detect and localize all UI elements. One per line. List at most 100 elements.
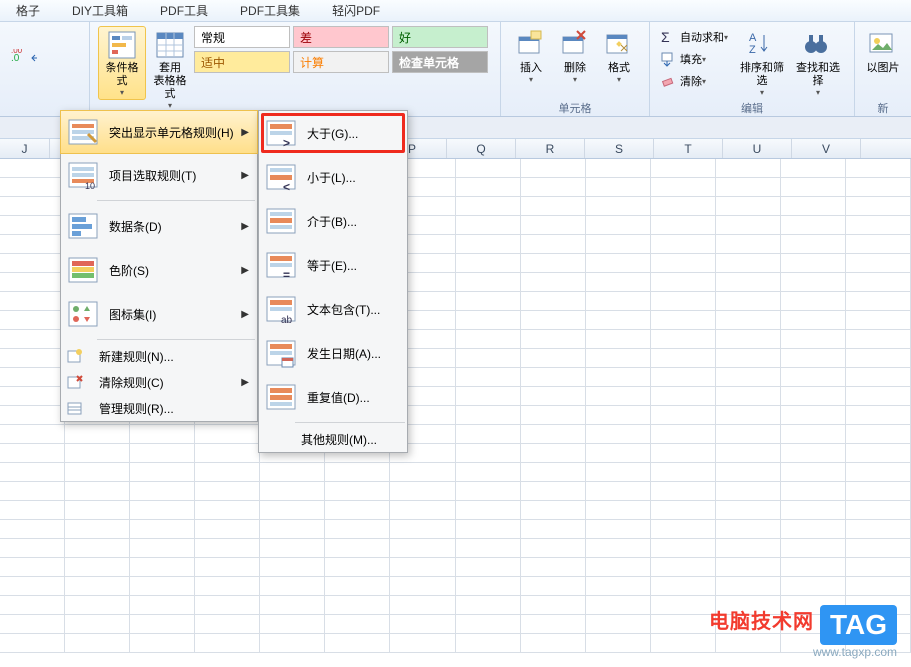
- cell[interactable]: [586, 482, 651, 500]
- cell[interactable]: [260, 596, 325, 614]
- cell[interactable]: [195, 425, 260, 443]
- grid-row[interactable]: [0, 539, 911, 558]
- cell[interactable]: [456, 330, 521, 348]
- cell[interactable]: [846, 501, 911, 519]
- cell[interactable]: [521, 349, 586, 367]
- cell[interactable]: [0, 406, 65, 424]
- cell[interactable]: [390, 577, 455, 595]
- cell[interactable]: [65, 539, 130, 557]
- cell[interactable]: [65, 425, 130, 443]
- cell[interactable]: [456, 558, 521, 576]
- cell[interactable]: [521, 292, 586, 310]
- cell[interactable]: [0, 615, 65, 633]
- cell[interactable]: [651, 463, 716, 481]
- cell[interactable]: [130, 558, 195, 576]
- cell[interactable]: [846, 311, 911, 329]
- cell[interactable]: [651, 159, 716, 177]
- format-as-table-button[interactable]: 套用 表格格式 ▾: [146, 26, 194, 113]
- cell[interactable]: [521, 368, 586, 386]
- cell[interactable]: [716, 159, 781, 177]
- cell[interactable]: [586, 349, 651, 367]
- cell[interactable]: [130, 482, 195, 500]
- cell[interactable]: [521, 216, 586, 234]
- cell[interactable]: [846, 406, 911, 424]
- cell[interactable]: [456, 425, 521, 443]
- cell[interactable]: [521, 520, 586, 538]
- conditional-formatting-button[interactable]: 条件格式 ▾: [98, 26, 146, 100]
- cell[interactable]: [586, 292, 651, 310]
- cell[interactable]: [846, 482, 911, 500]
- cell[interactable]: [651, 501, 716, 519]
- cell[interactable]: [521, 558, 586, 576]
- cell[interactable]: [716, 330, 781, 348]
- cell[interactable]: [390, 558, 455, 576]
- menu-clear-rules[interactable]: 清除规则(C)▶: [61, 369, 257, 395]
- cell[interactable]: [651, 596, 716, 614]
- cell[interactable]: [846, 577, 911, 595]
- cell[interactable]: [390, 539, 455, 557]
- grid-row[interactable]: [0, 577, 911, 596]
- grid-row[interactable]: [0, 520, 911, 539]
- cell[interactable]: [586, 520, 651, 538]
- cell[interactable]: [325, 539, 390, 557]
- cell[interactable]: [325, 577, 390, 595]
- cell[interactable]: [846, 349, 911, 367]
- cell[interactable]: [846, 558, 911, 576]
- cell[interactable]: [651, 615, 716, 633]
- cell[interactable]: [456, 444, 521, 462]
- cell[interactable]: [781, 520, 846, 538]
- cell[interactable]: [521, 425, 586, 443]
- grid-row[interactable]: [0, 558, 911, 577]
- cell[interactable]: [651, 216, 716, 234]
- cell[interactable]: [586, 387, 651, 405]
- cell[interactable]: [0, 539, 65, 557]
- cell[interactable]: [521, 387, 586, 405]
- cell[interactable]: [390, 520, 455, 538]
- cell[interactable]: [651, 273, 716, 291]
- menu-item[interactable]: 轻闪PDF: [316, 2, 396, 19]
- grid-row[interactable]: [0, 463, 911, 482]
- cell[interactable]: [260, 482, 325, 500]
- cell[interactable]: [586, 634, 651, 652]
- cell[interactable]: [781, 292, 846, 310]
- cell[interactable]: [716, 235, 781, 253]
- cell[interactable]: [781, 273, 846, 291]
- cell[interactable]: [651, 387, 716, 405]
- cell[interactable]: [195, 577, 260, 595]
- cell[interactable]: [325, 596, 390, 614]
- cell[interactable]: [846, 254, 911, 272]
- cell[interactable]: [716, 406, 781, 424]
- cell[interactable]: [130, 425, 195, 443]
- cell[interactable]: [65, 463, 130, 481]
- cell[interactable]: [521, 330, 586, 348]
- cell[interactable]: [586, 501, 651, 519]
- cell[interactable]: [456, 159, 521, 177]
- cell[interactable]: [325, 482, 390, 500]
- format-button[interactable]: 格式▾: [597, 26, 641, 87]
- cell[interactable]: [651, 634, 716, 652]
- cell[interactable]: [130, 615, 195, 633]
- menu-data-bars[interactable]: 数据条(D)▶: [61, 204, 257, 248]
- cell[interactable]: [846, 159, 911, 177]
- cell[interactable]: [781, 539, 846, 557]
- menu-manage-rules[interactable]: 管理规则(R)...: [61, 395, 257, 421]
- cell[interactable]: [651, 368, 716, 386]
- cell[interactable]: [846, 197, 911, 215]
- cell[interactable]: [521, 444, 586, 462]
- fill-button[interactable]: 填充 ▾: [658, 48, 728, 70]
- cell-styles-gallery[interactable]: 常规 差 好 适中 计算 检查单元格: [194, 26, 488, 73]
- cell[interactable]: [390, 596, 455, 614]
- menu-duplicate-values[interactable]: 重复值(D)...: [259, 375, 407, 419]
- col-header[interactable]: S: [585, 139, 654, 158]
- cell[interactable]: [846, 273, 911, 291]
- cell[interactable]: [456, 482, 521, 500]
- col-header[interactable]: T: [654, 139, 723, 158]
- cell[interactable]: [0, 159, 65, 177]
- cell[interactable]: [456, 368, 521, 386]
- cell[interactable]: [456, 178, 521, 196]
- cell[interactable]: [586, 254, 651, 272]
- cell[interactable]: [456, 539, 521, 557]
- cell[interactable]: [0, 292, 65, 310]
- cell[interactable]: [716, 254, 781, 272]
- cell[interactable]: [781, 368, 846, 386]
